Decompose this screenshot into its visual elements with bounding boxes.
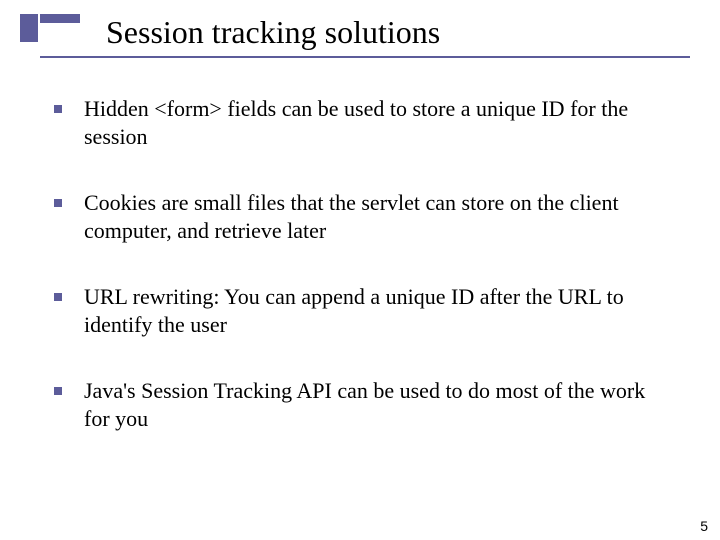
slide-title: Session tracking solutions xyxy=(106,14,440,50)
square-bullet-icon xyxy=(54,199,62,207)
list-item: Cookies are small files that the servlet… xyxy=(54,189,674,245)
page-number: 5 xyxy=(700,518,708,534)
list-item-text: Hidden <form> fields can be used to stor… xyxy=(84,95,674,151)
square-bullet-icon xyxy=(54,293,62,301)
title-ornament-block xyxy=(20,14,38,42)
list-item: Java's Session Tracking API can be used … xyxy=(54,377,674,433)
square-bullet-icon xyxy=(54,105,62,113)
title-underline xyxy=(40,56,690,58)
list-item: Hidden <form> fields can be used to stor… xyxy=(54,95,674,151)
list-item-text: Java's Session Tracking API can be used … xyxy=(84,377,674,433)
list-item: URL rewriting: You can append a unique I… xyxy=(54,283,674,339)
list-item-text: URL rewriting: You can append a unique I… xyxy=(84,283,674,339)
slide: Session tracking solutions Hidden <form>… xyxy=(0,0,720,540)
list-item-text: Cookies are small files that the servlet… xyxy=(84,189,674,245)
title-ornament-bar xyxy=(40,14,80,23)
square-bullet-icon xyxy=(54,387,62,395)
body-area: Hidden <form> fields can be used to stor… xyxy=(54,95,674,471)
